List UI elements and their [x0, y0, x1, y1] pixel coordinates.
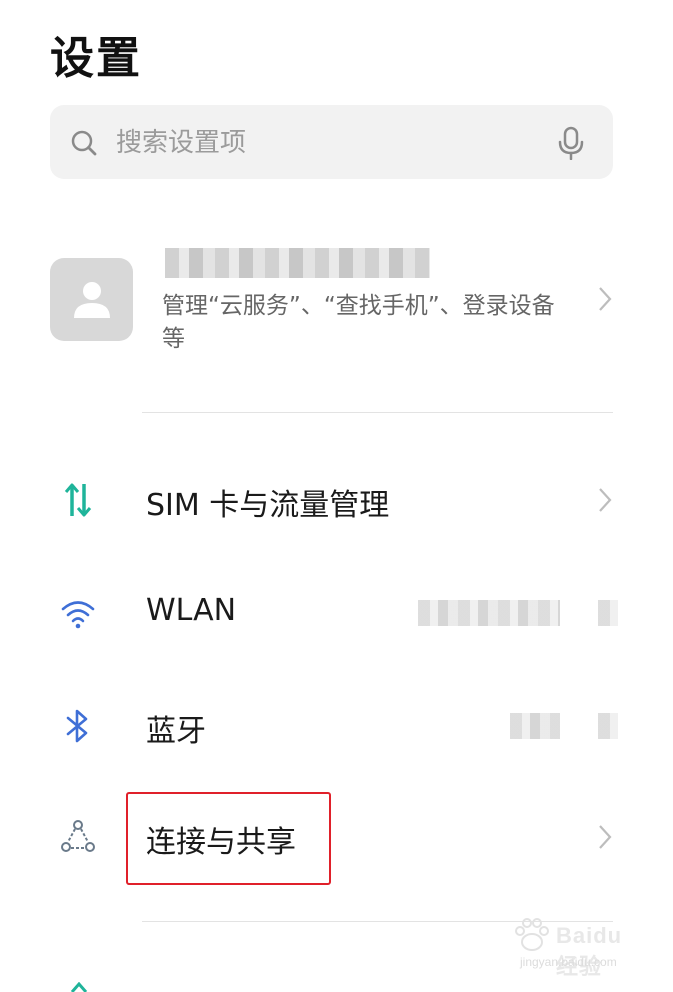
account-description: 管理“云服务”、“查找手机”、登录设备等: [162, 293, 555, 352]
watermark-brand: Baidu经验: [556, 923, 623, 979]
divider: [142, 412, 613, 413]
sim-data-icon: [64, 483, 92, 517]
wifi-icon: [61, 601, 95, 629]
wlan-row[interactable]: WLAN: [50, 568, 625, 658]
wlan-label: WLAN: [146, 593, 237, 628]
account-row[interactable]: 管理“云服务”、“查找手机”、登录设备等: [50, 222, 630, 372]
bluetooth-label: 蓝牙: [146, 714, 206, 749]
partial-row-icon: [70, 982, 88, 992]
bluetooth-icon: [66, 709, 88, 743]
highlight-annotation: [126, 792, 331, 885]
chevron-right-icon: [599, 287, 612, 311]
wlan-chevron-redacted: [598, 600, 618, 626]
search-input[interactable]: [114, 123, 538, 163]
chevron-right-icon: [599, 488, 612, 512]
bluetooth-row[interactable]: 蓝牙: [50, 681, 625, 771]
wlan-status-redacted: [418, 600, 560, 626]
sim-data-row[interactable]: SIM 卡与流量管理: [50, 455, 625, 545]
bluetooth-chevron-redacted: [598, 713, 618, 739]
watermark-url: jingyan.baidu.com: [520, 955, 617, 969]
search-bar[interactable]: [50, 105, 613, 179]
search-icon: [71, 130, 97, 156]
user-icon: [74, 282, 110, 318]
sim-data-label: SIM 卡与流量管理: [146, 488, 390, 523]
share-icon: [61, 820, 95, 852]
baidu-watermark: Baidu经验 jingyan.baidu.com: [512, 915, 642, 979]
page-title: 设置: [50, 33, 142, 84]
chevron-right-icon: [599, 825, 612, 849]
avatar: [50, 258, 133, 341]
paw-logo-icon: [515, 918, 549, 951]
bluetooth-status-redacted: [510, 713, 560, 739]
microphone-icon[interactable]: [557, 126, 585, 160]
account-name-redacted: [165, 248, 430, 278]
